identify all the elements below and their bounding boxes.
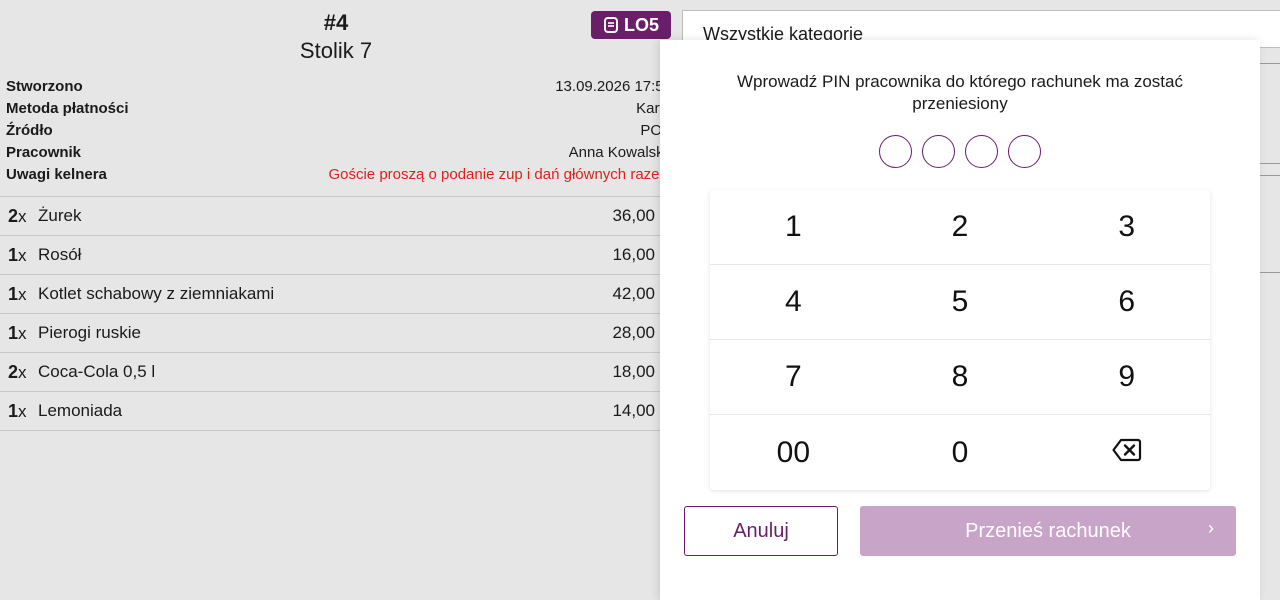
order-item[interactable]: 2x Coca-Cola 0,5 l 18,00 zł	[0, 353, 672, 392]
meta-row-employee: Pracownik Anna Kowalska	[6, 141, 672, 163]
meta-row-source: Źródło POS	[6, 119, 672, 141]
meta-label: Stworzono	[6, 77, 83, 95]
pin-prompt: Wprowadź PIN pracownika do którego rachu…	[737, 72, 1183, 113]
waiter-note: Goście proszą o podanie zup i dań główny…	[328, 165, 672, 183]
item-name: Kotlet schabowy z ziemniakami	[38, 284, 275, 303]
meta-row-waiter-notes: Uwagi kelnera Goście proszą o podanie zu…	[6, 163, 672, 185]
item-multiplier: x	[18, 284, 27, 304]
pin-indicator	[660, 135, 1260, 168]
key-0[interactable]: 0	[877, 415, 1044, 490]
order-meta: Stworzono 13.09.2026 17:53 Metoda płatno…	[6, 75, 672, 185]
backspace-button[interactable]	[1043, 415, 1210, 490]
key-1[interactable]: 1	[710, 190, 877, 265]
table-name: Stolik 7	[299, 38, 373, 63]
item-quantity: 1	[8, 283, 19, 304]
item-multiplier: x	[18, 323, 27, 343]
transfer-bill-button[interactable]: Przenieś rachunek ›	[860, 506, 1236, 556]
item-multiplier: x	[18, 401, 27, 421]
chevron-right-icon: ›	[1208, 518, 1214, 538]
order-details-panel: #4 Stolik 7 LO5 Stworzono 13.09.2026 17:…	[0, 0, 672, 600]
meta-value: 13.09.2026 17:53	[555, 77, 672, 95]
transfer-pin-dialog: Wprowadź PIN pracownika do którego rachu…	[660, 40, 1260, 600]
receipt-icon	[603, 16, 619, 34]
pin-dot	[922, 135, 955, 168]
item-quantity: 1	[8, 322, 19, 343]
item-name: Rosół	[38, 245, 82, 264]
item-name: Pierogi ruskie	[38, 323, 141, 342]
item-quantity: 1	[8, 400, 19, 421]
pin-dot	[879, 135, 912, 168]
meta-label: Pracownik	[6, 143, 82, 161]
key-2[interactable]: 2	[876, 190, 1044, 265]
order-item[interactable]: 1x Pierogi ruskie 28,00 zł	[0, 314, 672, 353]
key-5[interactable]: 5	[876, 265, 1044, 340]
location-badge: LO5	[591, 11, 671, 39]
item-name: Coca-Cola 0,5 l	[38, 362, 156, 381]
key-6[interactable]: 6	[1043, 265, 1210, 340]
item-name: Żurek	[38, 206, 82, 225]
item-multiplier: x	[18, 206, 27, 226]
badge-label: LO5	[623, 14, 659, 35]
item-name: Lemoniada	[38, 401, 123, 420]
item-quantity: 1	[8, 244, 19, 265]
item-multiplier: x	[18, 245, 27, 265]
key-7[interactable]: 7	[710, 340, 877, 415]
order-item[interactable]: 1x Kotlet schabowy z ziemniakami 42,00 z…	[0, 275, 672, 314]
meta-label: Źródło	[6, 121, 53, 139]
order-item[interactable]: 1x Lemoniada 14,00 zł	[0, 392, 672, 431]
meta-value: Anna Kowalska	[568, 143, 672, 161]
key-3[interactable]: 3	[1043, 190, 1210, 265]
meta-row-created: Stworzono 13.09.2026 17:53	[6, 75, 672, 97]
pin-keypad: 1 2 3 4 5 6 7 8 9 00 0	[710, 190, 1210, 490]
meta-label: Uwagi kelnera	[6, 165, 107, 183]
order-item[interactable]: 1x Rosół 16,00 zł	[0, 236, 672, 275]
item-quantity: 2	[8, 205, 19, 226]
item-quantity: 2	[8, 361, 19, 382]
key-4[interactable]: 4	[710, 265, 877, 340]
transfer-bill-label: Przenieś rachunek	[965, 519, 1131, 542]
meta-label: Metoda płatności	[6, 99, 129, 117]
key-9[interactable]: 9	[1043, 340, 1210, 415]
item-multiplier: x	[18, 362, 27, 382]
order-item[interactable]: 2x Żurek 36,00 zł	[0, 197, 672, 236]
cancel-button[interactable]: Anuluj	[684, 506, 838, 556]
order-number: #4	[323, 10, 349, 35]
backspace-icon	[1112, 436, 1142, 470]
key-00[interactable]: 00	[710, 415, 877, 490]
pin-dot	[965, 135, 998, 168]
meta-row-payment: Metoda płatności Karta	[6, 97, 672, 119]
key-8[interactable]: 8	[876, 340, 1044, 415]
order-items-list: 2x Żurek 36,00 zł 1x Rosół 16,00 zł 1x K…	[0, 196, 672, 431]
pin-dot	[1008, 135, 1041, 168]
